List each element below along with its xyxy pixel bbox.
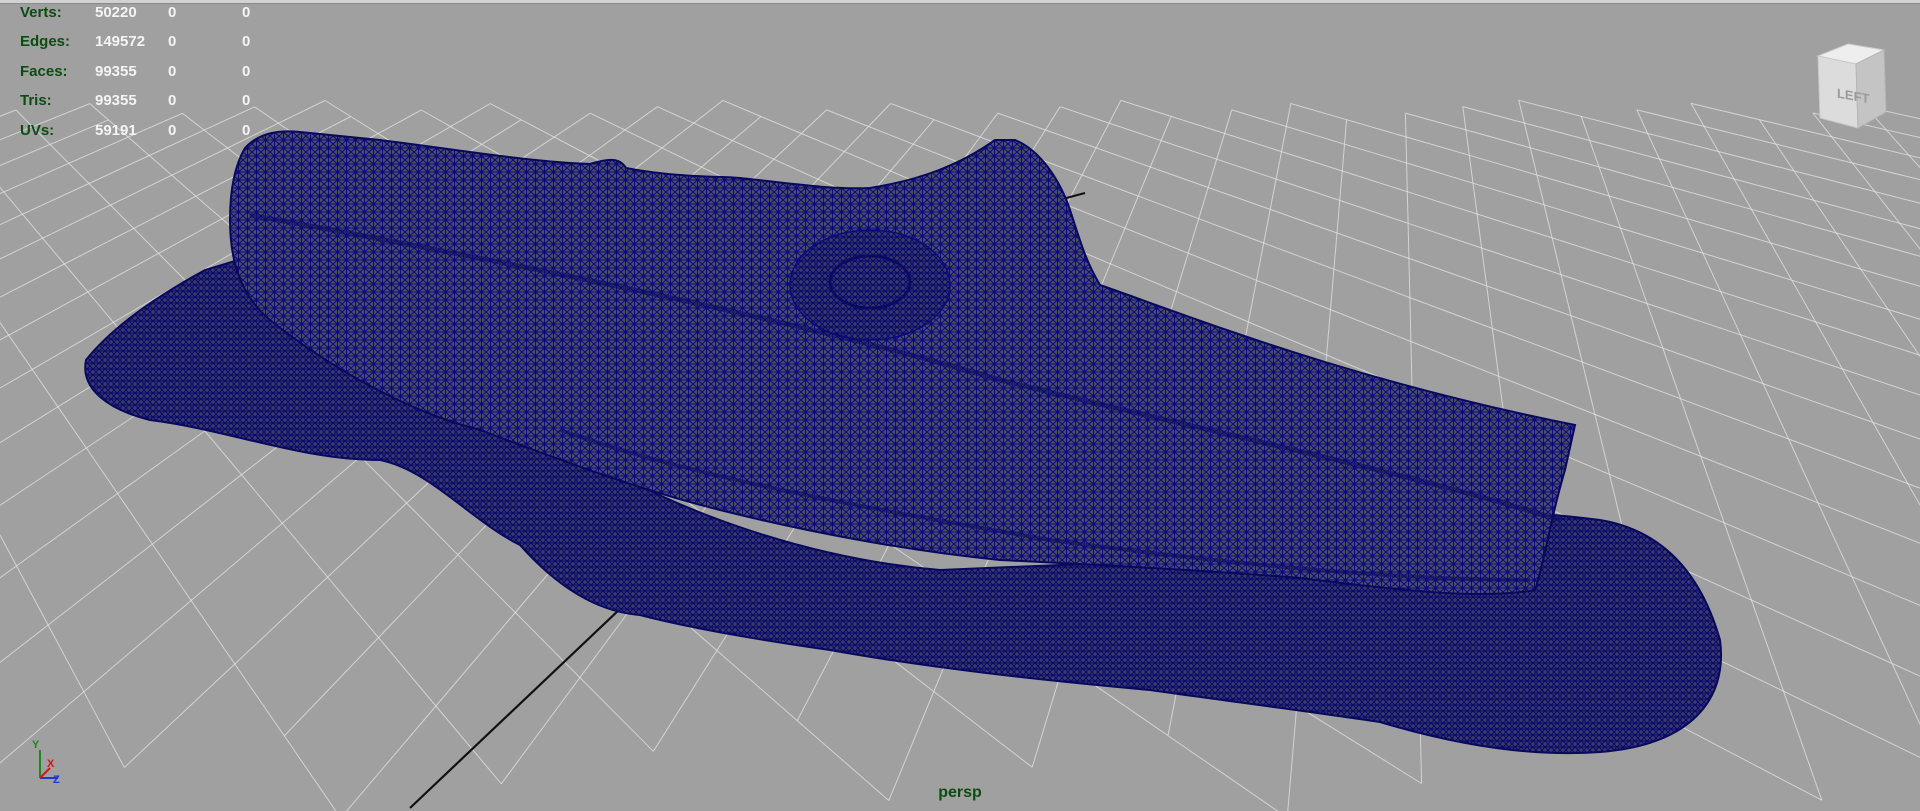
hud-stat-extra: 0 xyxy=(242,4,251,21)
grid-line xyxy=(1864,106,1920,169)
hud-stat-extra: 0 xyxy=(242,33,251,51)
wireframe-log-mesh[interactable] xyxy=(84,130,1722,755)
perspective-viewport[interactable]: Verts: 50220 0 0 Edges: 149572 0 0 Faces: 99355 0 0… xyxy=(0,0,1920,811)
grid-line xyxy=(0,109,17,117)
hud-stat-selected: 0 xyxy=(168,4,177,21)
hud-stat-extra: 0 xyxy=(242,121,251,139)
hud-stat-selected: 0 xyxy=(168,33,177,51)
grid-line xyxy=(0,103,90,141)
grid-line xyxy=(1758,119,1920,358)
hud-stat-selected: 0 xyxy=(168,121,177,139)
hud-stat-total: 99355 xyxy=(95,62,137,80)
grid-line xyxy=(1231,109,1920,320)
view-cube[interactable]: LEFT xyxy=(1800,36,1900,136)
hud-stat-label: Faces: xyxy=(20,62,68,80)
hud-stat-total: 149572 xyxy=(95,33,146,51)
hud-stat-label: UVs: xyxy=(20,121,55,139)
grid-line xyxy=(1405,112,1920,257)
axis-indicator: Y X Z xyxy=(32,739,60,786)
hud-stat-label: Verts: xyxy=(20,4,62,21)
hud-stat-label: Edges: xyxy=(20,33,71,51)
hud-stat-extra: 0 xyxy=(242,62,251,80)
knot-mesh[interactable] xyxy=(789,229,951,341)
log-body-mesh[interactable] xyxy=(228,130,1577,596)
hud-stat-selected: 0 xyxy=(168,92,177,110)
hud-stat-label: Tris: xyxy=(20,92,52,110)
grid-line xyxy=(1812,112,1920,250)
hud-stat-selected: 0 xyxy=(168,62,177,80)
hud-stat-extra: 0 xyxy=(242,92,251,110)
hud-stat-total: 99355 xyxy=(95,92,137,110)
y-axis-label: Y xyxy=(32,739,40,751)
grid-line xyxy=(0,119,109,166)
hud-stat-total: 59191 xyxy=(95,121,137,139)
hud-stat-total: 50220 xyxy=(95,4,137,21)
x-axis-label: X xyxy=(47,758,55,770)
camera-name-label: persp xyxy=(938,784,982,801)
scene-canvas[interactable] xyxy=(0,0,1920,811)
grid-line xyxy=(0,533,125,768)
